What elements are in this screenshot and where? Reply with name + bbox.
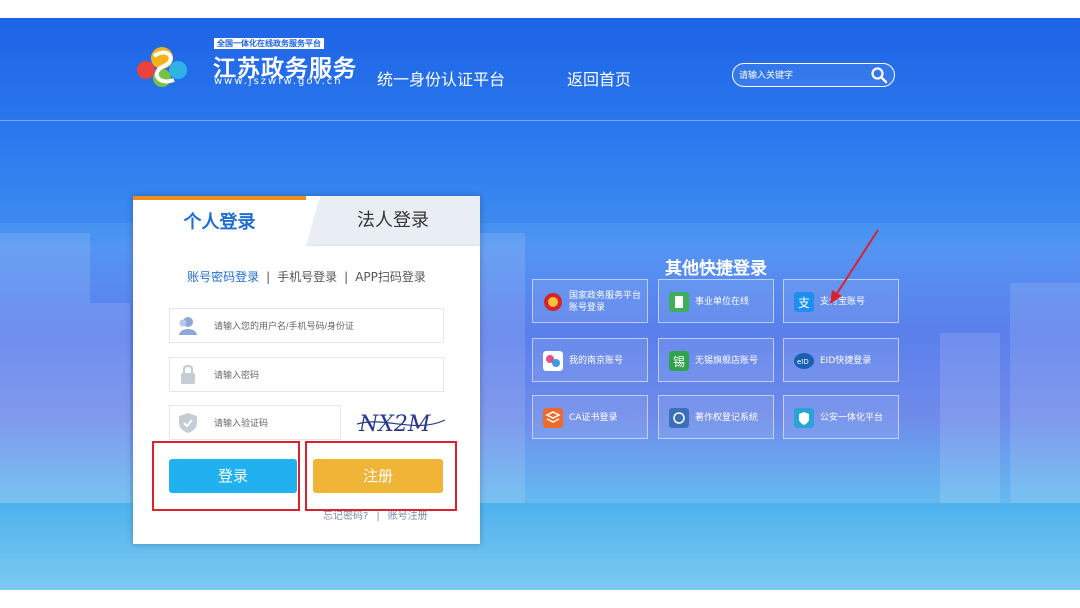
quick-tile-institution-online[interactable]: 事业单位在线 (658, 279, 774, 323)
captcha-input[interactable] (214, 414, 334, 431)
forgot-password-link[interactable]: 忘记密码? (323, 511, 368, 522)
password-input[interactable] (214, 366, 434, 383)
tab-divider-shape (306, 196, 320, 246)
quick-tile-label: 公安一体化平台 (820, 413, 884, 423)
quick-tile-national-platform[interactable]: 国家政务服务平台账号登录 (532, 279, 648, 323)
nav-back-home[interactable]: 返回首页 (567, 66, 631, 90)
skyline-building (480, 233, 525, 503)
ca-cert-icon (543, 408, 563, 428)
brand-tagline: 全国一体化在线政务服务平台 (214, 38, 324, 49)
lock-icon (181, 364, 195, 384)
svg-text:eID: eID (797, 358, 809, 366)
brand-url: www.jszwfw.gov.cn (214, 76, 343, 87)
login-method-tabs: 账号密码登录 | 手机号登录 | APP扫码登录 (133, 268, 480, 285)
highlight-box-login (152, 441, 300, 511)
skyline-building (90, 303, 130, 503)
highlight-box-register (305, 441, 457, 511)
eid-icon: eID (794, 353, 814, 369)
skyline-building (940, 333, 1000, 503)
account-register-link[interactable]: 账号注册 (388, 511, 428, 522)
quick-tile-eid[interactable]: eID EID快捷登录 (783, 338, 899, 382)
quick-tile-label: 无锡旗舰店账号 (695, 356, 759, 366)
tab-personal-login[interactable]: 个人登录 (133, 196, 306, 246)
user-icon (179, 317, 197, 335)
quick-tile-wuxi[interactable]: 锡 无锡旗舰店账号 (658, 338, 774, 382)
quick-tile-label: 国家政务服务平台账号登录 (569, 291, 642, 313)
quick-tile-label: EID快捷登录 (820, 356, 872, 366)
quick-tile-label: CA证书登录 (569, 413, 618, 423)
quick-tile-label: 我的南京账号 (569, 356, 624, 366)
subtab-phone[interactable]: 手机号登录 (277, 270, 337, 284)
quick-tile-nanjing[interactable]: 我的南京账号 (532, 338, 648, 382)
alipay-icon: 支 (794, 292, 814, 312)
search-input[interactable] (739, 66, 864, 84)
password-field (169, 357, 444, 392)
search-icon[interactable] (870, 66, 888, 84)
captcha-text: NX2M (358, 412, 431, 437)
search-bar (732, 63, 895, 87)
nanjing-icon (543, 351, 563, 371)
link-separator: | (376, 511, 380, 522)
skyline-building (1010, 283, 1080, 503)
skyline-building (0, 233, 90, 503)
subtab-account-password[interactable]: 账号密码登录 (187, 270, 259, 284)
svg-text:锡: 锡 (673, 354, 685, 369)
national-emblem-icon (544, 293, 562, 311)
jiangsu-logo-icon (137, 47, 187, 87)
subtab-separator: | (344, 270, 349, 284)
quick-tile-ca-cert[interactable]: CA证书登录 (532, 395, 648, 439)
nav-unified-auth[interactable]: 统一身份认证平台 (377, 66, 505, 90)
shield-icon (179, 413, 197, 433)
building-icon (669, 292, 689, 312)
annotation-arrow (830, 229, 879, 304)
username-input[interactable] (214, 317, 434, 334)
wuxi-icon: 锡 (669, 351, 689, 371)
quick-tile-police[interactable]: 公安一体化平台 (783, 395, 899, 439)
username-field (169, 308, 444, 343)
tab-legal-login[interactable]: 法人登录 (306, 196, 480, 246)
svg-text:支: 支 (798, 296, 810, 310)
quick-tile-label: 事业单位在线 (695, 297, 750, 307)
subtab-separator: | (266, 270, 271, 284)
copyright-icon (669, 408, 689, 428)
quick-tile-copyright[interactable]: 著作权登记系统 (658, 395, 774, 439)
police-icon (794, 408, 814, 428)
captcha-image[interactable]: NX2M (355, 408, 447, 438)
quick-tile-label: 著作权登记系统 (695, 413, 759, 423)
header-divider (0, 120, 1080, 121)
subtab-app-scan[interactable]: APP扫码登录 (355, 270, 426, 284)
captcha-field (169, 405, 341, 440)
